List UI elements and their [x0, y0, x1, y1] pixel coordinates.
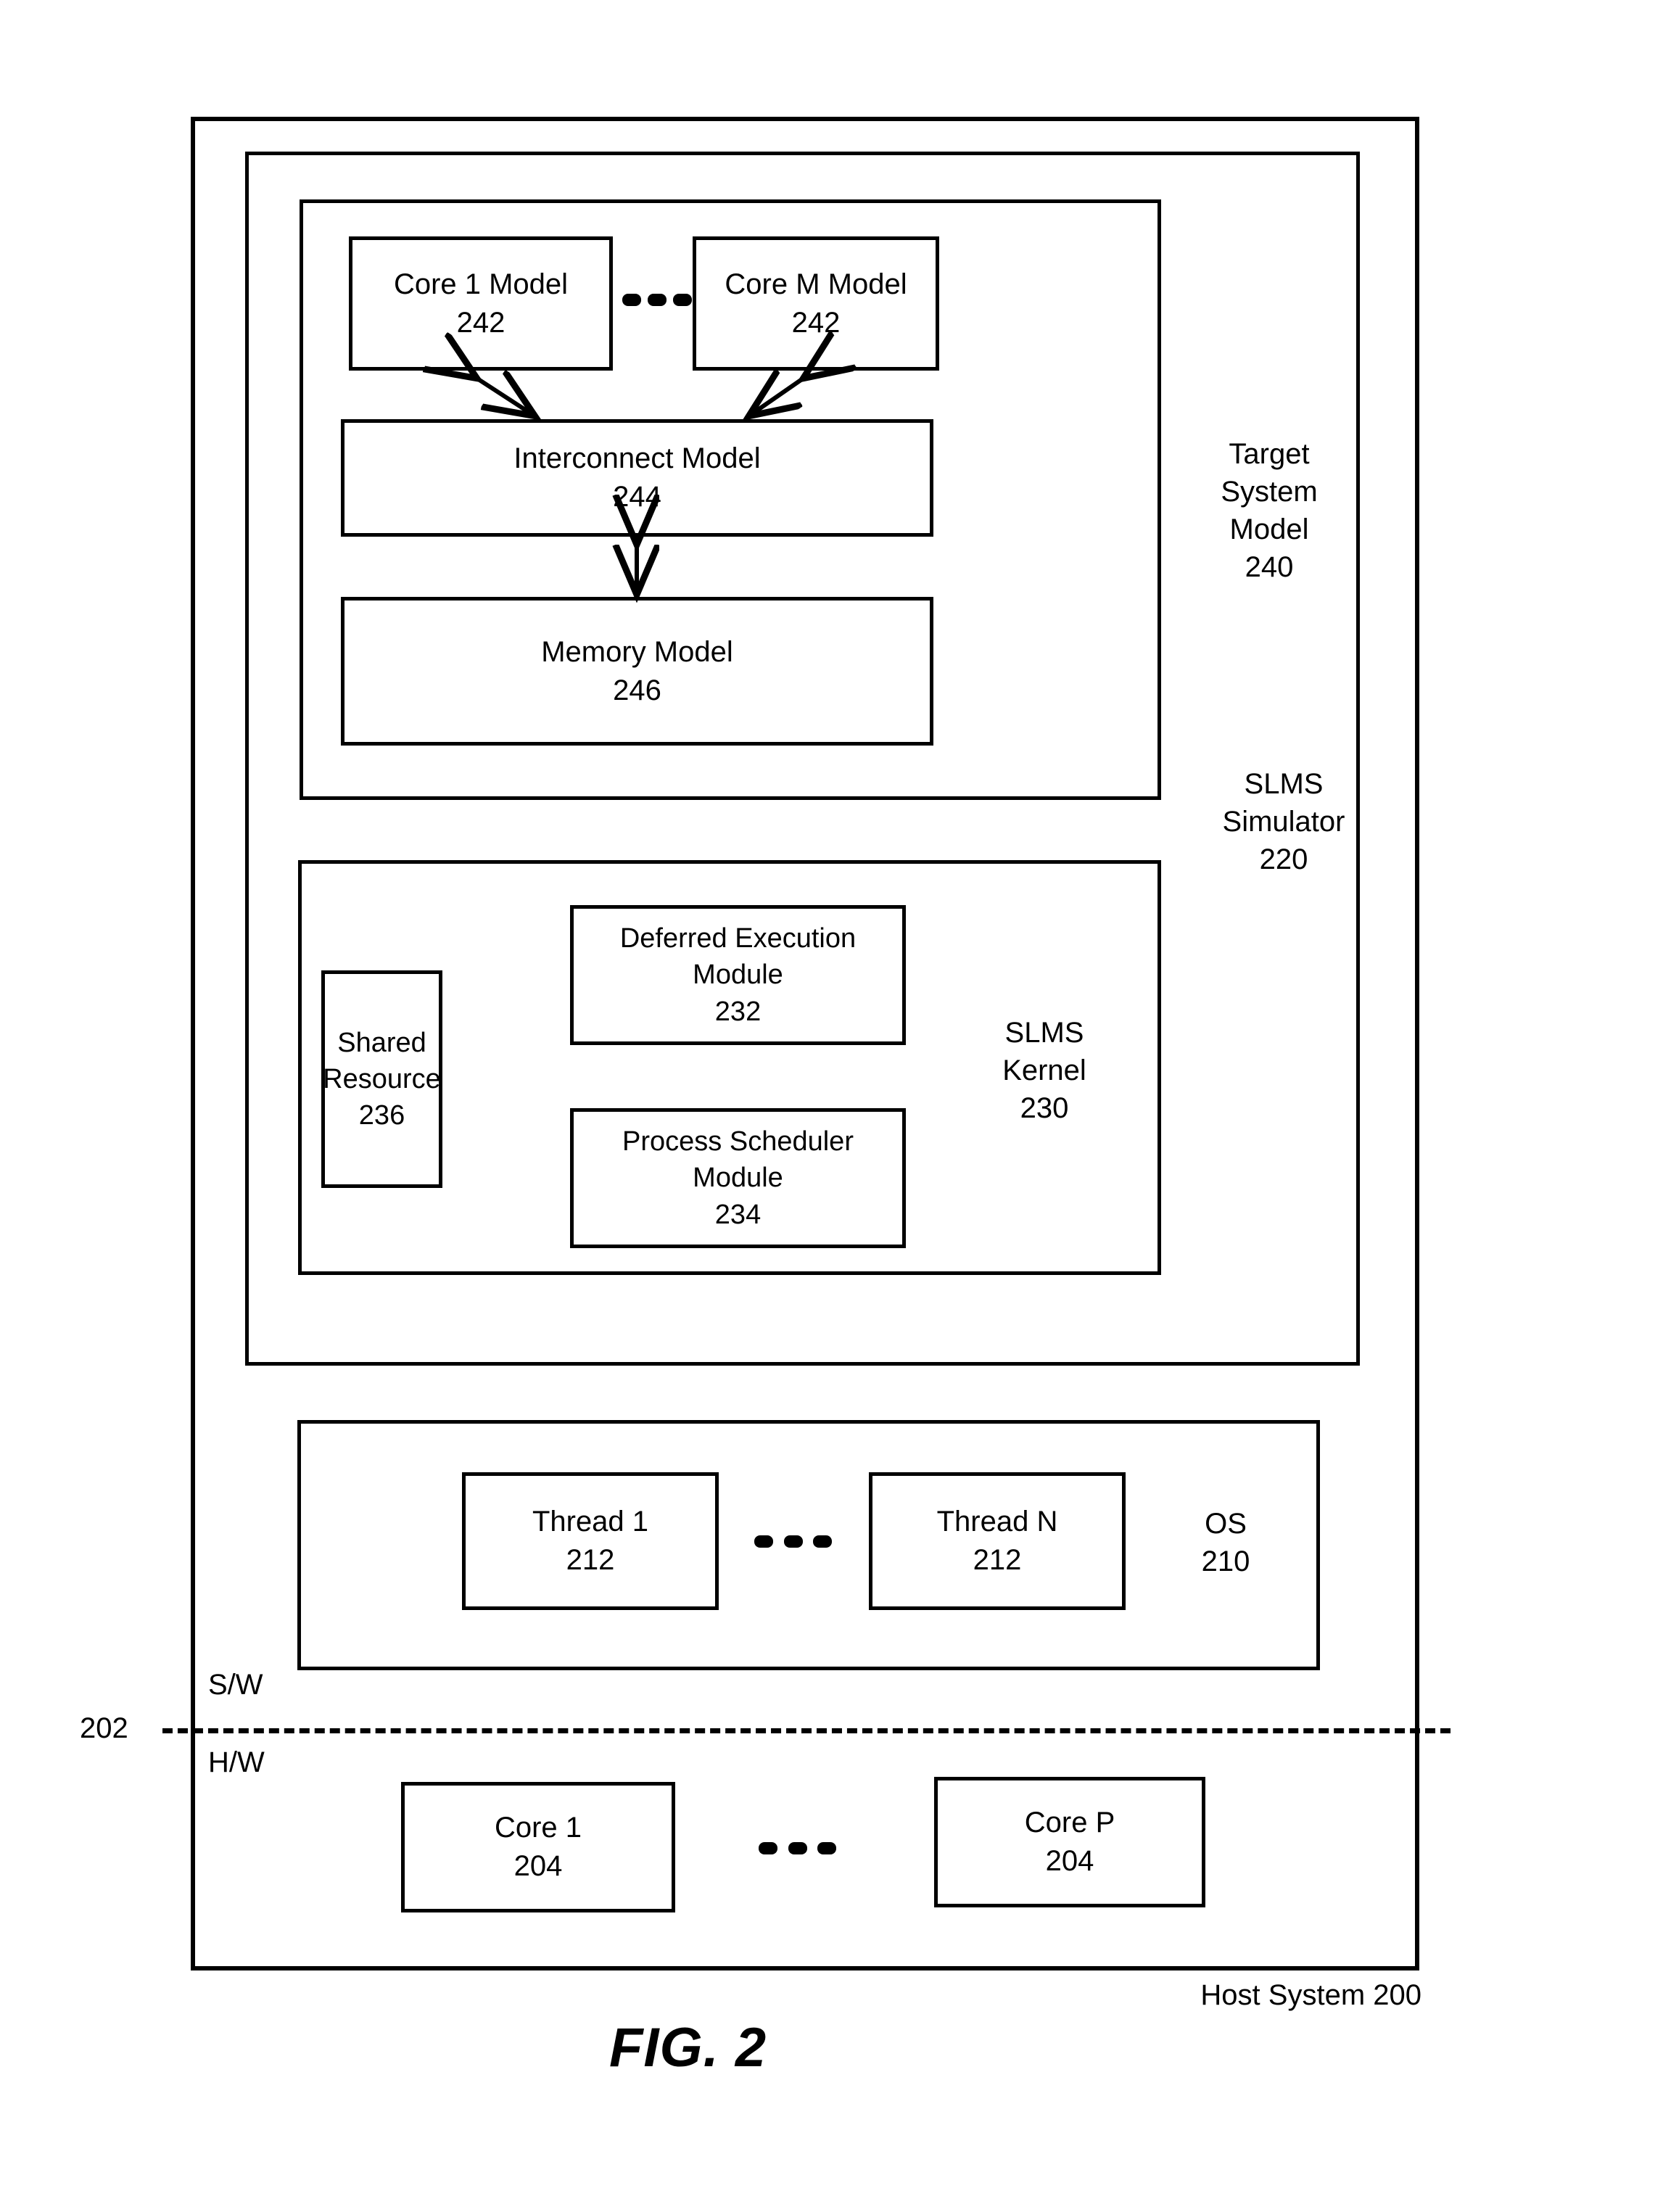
hardware-cores-ellipsis: [759, 1842, 836, 1854]
figure-caption: FIG. 2: [609, 2017, 767, 2079]
os-label: OS 210: [1201, 1508, 1250, 1577]
thread-1-name: Thread 1: [532, 1506, 649, 1538]
core-m-model-ref: 242: [791, 306, 841, 339]
software-side-label: S/W: [208, 1669, 263, 1701]
ellipsis-dot: [788, 1842, 807, 1854]
ellipsis-dot: [673, 294, 692, 306]
deferred-execution-module-ref: 232: [714, 996, 762, 1027]
core-1-model-label: Core 1 Model 242: [349, 236, 613, 371]
process-scheduler-module-name: Process Scheduler Module: [622, 1126, 854, 1194]
ellipsis-dot: [817, 1842, 836, 1854]
host-system-caption: Host System 200: [1200, 1979, 1421, 2011]
hardware-side-label: H/W: [208, 1746, 265, 1778]
ellipsis-dot: [759, 1842, 777, 1854]
ellipsis-dot: [754, 1535, 773, 1548]
thread-n-label: Thread N 212: [869, 1472, 1126, 1610]
core-p-hardware-label: Core P 204: [934, 1777, 1205, 1907]
core-1-hardware-name: Core 1: [494, 1812, 582, 1844]
memory-model-name: Memory Model: [541, 635, 733, 668]
thread-1-ref: 212: [566, 1544, 615, 1576]
shared-resource-ref: 236: [358, 1100, 405, 1131]
ellipsis-dot: [813, 1535, 832, 1548]
core-m-model-label: Core M Model 242: [693, 236, 939, 371]
shared-resource-label: Shared Resource 236: [321, 970, 442, 1188]
process-scheduler-module-ref: 234: [714, 1199, 762, 1230]
deferred-execution-module-label: Deferred Execution Module 232: [570, 905, 906, 1045]
ellipsis-dot: [622, 294, 641, 306]
interconnect-model-label: Interconnect Model 244: [341, 419, 933, 537]
thread-n-name: Thread N: [936, 1506, 1058, 1538]
boundary-reference-label: 202: [80, 1712, 128, 1744]
core-1-model-name: Core 1 Model: [393, 268, 569, 300]
core-p-hardware-ref: 204: [1045, 1845, 1094, 1877]
memory-model-ref: 246: [613, 674, 661, 706]
interconnect-model-name: Interconnect Model: [513, 442, 761, 475]
core-m-model-name: Core M Model: [725, 268, 907, 300]
thread-n-ref: 212: [973, 1544, 1022, 1576]
figure-2-diagram: Core 1 Model 242 Core M Model 242 Interc…: [0, 0, 1663, 2212]
memory-model-label: Memory Model 246: [341, 597, 933, 746]
sw-hw-divider: [162, 1728, 1451, 1733]
core-p-hardware-name: Core P: [1024, 1807, 1115, 1839]
threads-ellipsis: [754, 1535, 832, 1548]
slms-kernel-label: SLMS Kernel 230: [1002, 1017, 1086, 1124]
shared-resource-name: Shared Resource: [323, 1027, 441, 1094]
process-scheduler-module-label: Process Scheduler Module 234: [570, 1108, 906, 1248]
ellipsis-dot: [648, 294, 667, 306]
core-models-ellipsis: [622, 294, 692, 306]
core-1-hardware-label: Core 1 204: [401, 1782, 675, 1912]
ellipsis-dot: [783, 1535, 803, 1548]
slms-simulator-label: SLMS Simulator 220: [1222, 768, 1345, 875]
core-1-hardware-ref: 204: [513, 1850, 563, 1882]
interconnect-model-ref: 244: [613, 481, 661, 513]
thread-1-label: Thread 1 212: [462, 1472, 719, 1610]
deferred-execution-module-name: Deferred Execution Module: [619, 923, 857, 991]
target-system-model-label: Target System Model 240: [1221, 438, 1318, 583]
core-1-model-ref: 242: [456, 306, 505, 339]
